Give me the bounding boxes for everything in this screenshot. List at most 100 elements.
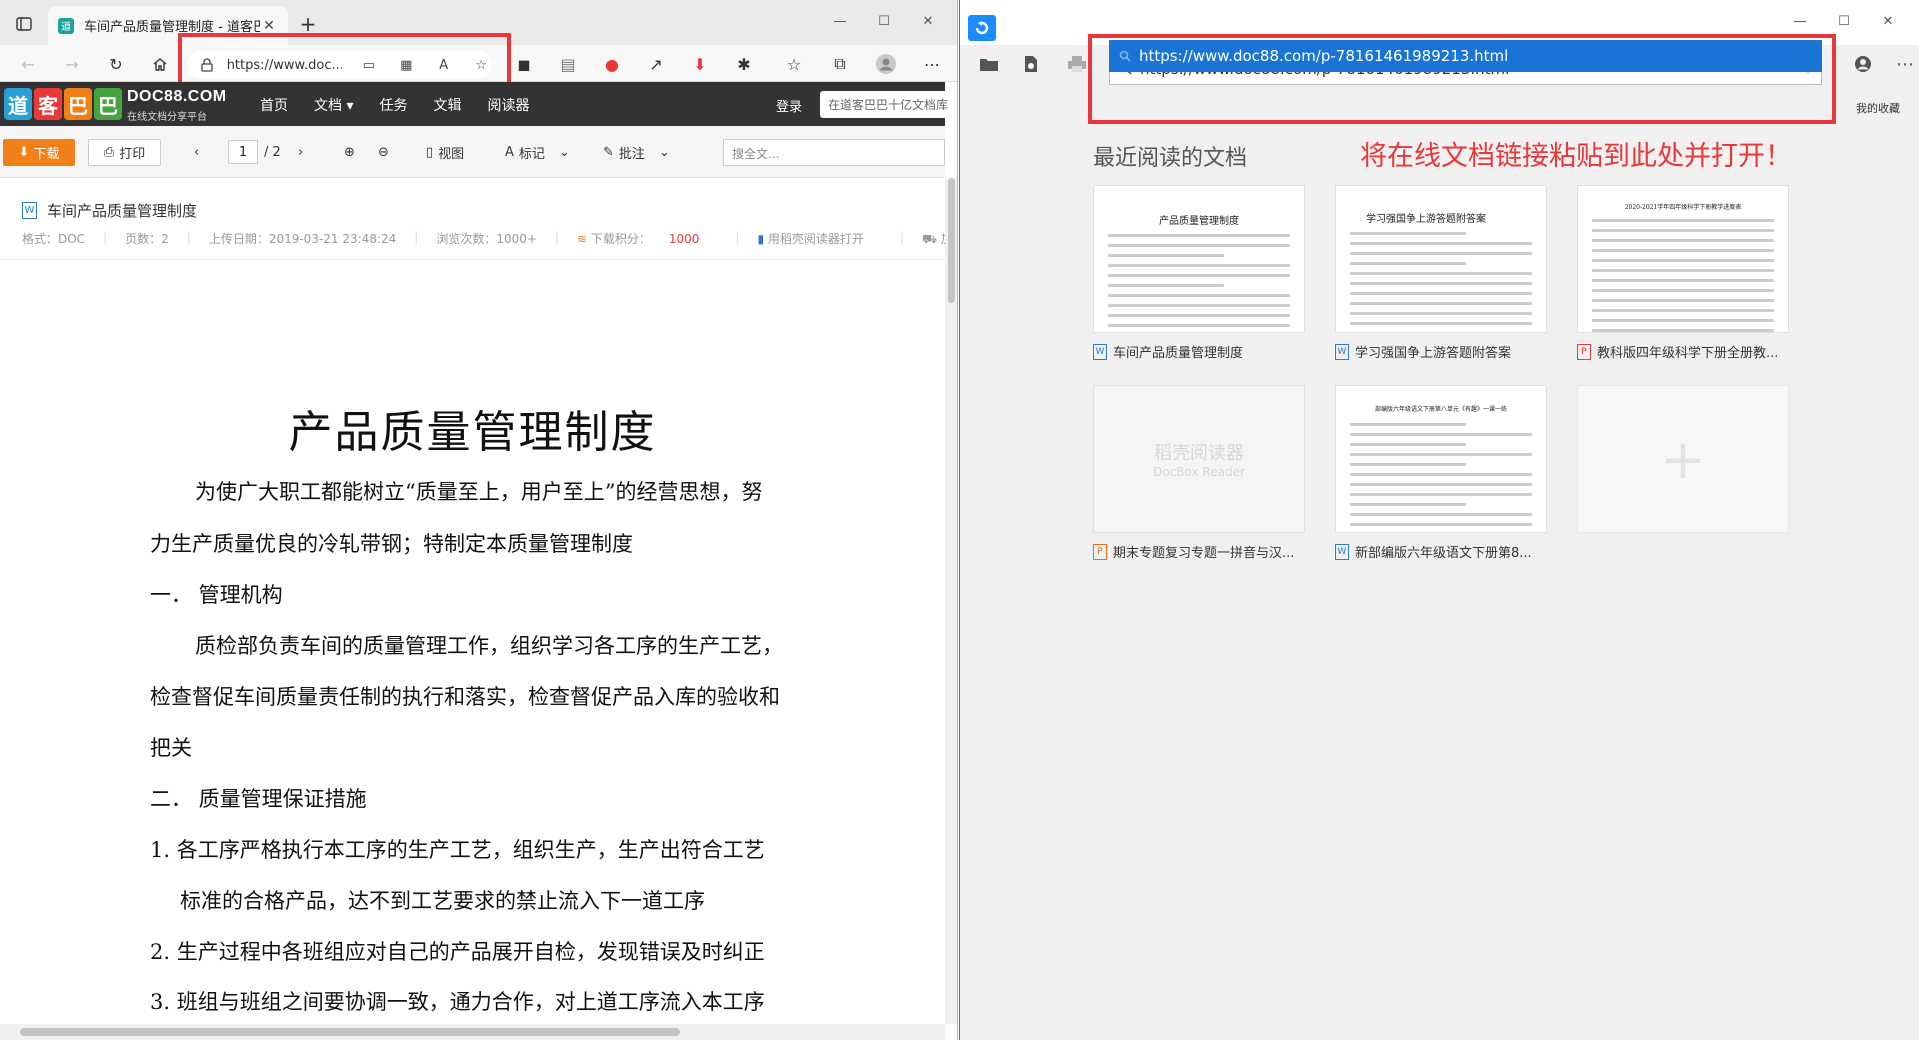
view-button[interactable]: ▯ 视图 xyxy=(426,140,464,164)
nav-home[interactable]: 首页 xyxy=(260,95,288,115)
print-label: 打印 xyxy=(119,147,146,162)
doc-line: 二． 质量管理保证措施 xyxy=(150,787,367,811)
recent-doc-name: 期末专题复习专题一拼音与汉... xyxy=(1113,546,1295,561)
home-icon[interactable] xyxy=(146,50,174,78)
doc-title: W 车间产品质量管理制度 xyxy=(22,200,197,221)
maximize-icon[interactable]: ☐ xyxy=(1822,8,1866,34)
favorites-icon[interactable]: ☆ xyxy=(780,50,808,78)
recent-doc-card[interactable]: 2020-2021学年四年级科学下册教学进度表 xyxy=(1577,185,1789,333)
forward-icon[interactable]: → xyxy=(58,50,86,78)
doc-thumbnail-title: 部编版六年级语文下册第八单元《有趣》一课一练 xyxy=(1374,406,1507,413)
refresh-icon[interactable]: ↻ xyxy=(102,50,130,78)
favorites-link[interactable]: 我的收藏 xyxy=(1856,100,1900,116)
docbox-reader-window: — ☐ ✕ https://www.doc88.com/p-7816146198… xyxy=(959,0,1919,1040)
next-page-icon[interactable]: › xyxy=(298,140,303,164)
horizontal-scrollbar[interactable] xyxy=(0,1024,945,1040)
prev-page-icon[interactable]: ‹ xyxy=(194,140,199,164)
recent-doc-card[interactable]: 稻壳阅读器 DocBox Reader xyxy=(1093,385,1305,533)
points-value: 1000 xyxy=(668,232,700,246)
print-icon[interactable] xyxy=(1064,53,1090,75)
app-logo-icon xyxy=(968,15,996,41)
recent-doc-card[interactable]: 产品质量管理制度 xyxy=(1093,185,1305,333)
print-button[interactable]: ⎙ 打印 xyxy=(88,139,161,166)
site-search-input[interactable]: 在道客巴巴十亿文档库 xyxy=(820,91,950,118)
open-reader-link[interactable]: ▮ 用稻壳阅读器打开 xyxy=(757,230,881,248)
annotate-label: 批注 xyxy=(618,146,645,162)
doc-line: 1. 各工序严格执行本工序的生产工艺，组织生产，生产出符合工艺 xyxy=(150,838,765,862)
recent-doc-label[interactable]: P 教科版四年级科学下册全册教... xyxy=(1577,342,1789,361)
mark-button[interactable]: A 标记 ⌄ xyxy=(505,140,570,164)
chevron-down-icon: ⌄ xyxy=(558,144,570,160)
recent-doc-name: 学习强国争上游答题附答案 xyxy=(1355,346,1512,361)
vertical-scrollbar[interactable] xyxy=(945,178,957,1024)
paste-link-hint: 将在线文档链接粘贴到此处并打开！ xyxy=(1360,141,1792,172)
doc-search-input[interactable]: 搜全文... xyxy=(723,139,945,166)
chevron-down-icon: ⌄ xyxy=(658,144,670,160)
browser-window: 道 车间产品质量管理制度 - 道客巴巴 ✕ + — ☐ ✕ ← → ↻ http… xyxy=(0,0,958,1040)
recent-doc-card[interactable]: 学习强国争上游答题附答案 xyxy=(1335,185,1547,333)
highlight-box-address xyxy=(178,33,511,86)
doc-toolbar: ⬇ 下载 ⎙ 打印 ‹ 1 / 2 › ⊕ ⊖ ▯ 视图 A 标记 ⌄ ✎ 批注 ⌄ 搜全文.… xyxy=(0,126,945,178)
nav-docs[interactable]: 文档 ▾ xyxy=(314,95,353,115)
open-folder-icon[interactable] xyxy=(976,53,1002,75)
zoom-out-icon[interactable]: ⊖ xyxy=(378,140,389,164)
minimize-icon[interactable]: — xyxy=(818,8,862,34)
login-link[interactable]: 登录 xyxy=(776,96,802,115)
back-icon[interactable]: ← xyxy=(14,50,42,78)
reader-icon: ▮ xyxy=(757,232,765,246)
profile-avatar[interactable] xyxy=(872,50,900,78)
extension-2-icon[interactable]: ● xyxy=(598,50,626,78)
close-window-icon[interactable]: ✕ xyxy=(1866,8,1910,34)
recent-doc-label[interactable]: W 学习强国争上游答题附答案 xyxy=(1335,342,1547,361)
recent-doc-name: 教科版四年级科学下册全册教... xyxy=(1597,346,1779,361)
extension-3-icon[interactable]: ↗ xyxy=(642,50,670,78)
recent-doc-card[interactable]: 部编版六年级语文下册第八单元《有趣》一课一练 xyxy=(1335,385,1547,533)
user-icon[interactable] xyxy=(1850,53,1876,75)
logo-char: 道 xyxy=(4,88,32,120)
more-menu-icon[interactable]: ⋯ xyxy=(1892,53,1918,75)
open-reader-label: 用稻壳阅读器打开 xyxy=(767,232,864,246)
maximize-icon[interactable]: ☐ xyxy=(862,8,906,34)
close-tab-icon[interactable]: ✕ xyxy=(260,17,278,35)
doc-line: 力生产质量优良的冷轧带钢；特制定本质量管理制度 xyxy=(150,532,633,556)
view-label: 视图 xyxy=(438,146,465,162)
scroll-thumb[interactable] xyxy=(948,178,955,303)
recent-doc-label[interactable]: W 新部编版六年级语文下册第8... xyxy=(1335,542,1547,561)
tab-actions-icon[interactable] xyxy=(10,12,38,36)
site-logo[interactable]: 道 客 巴 巴 xyxy=(4,88,124,120)
nav-reader[interactable]: 阅读器 xyxy=(487,95,529,115)
plus-icon: + xyxy=(1660,427,1706,491)
add-document-button[interactable]: + xyxy=(1577,385,1789,533)
collections-icon[interactable]: ⧉ xyxy=(826,50,854,78)
download-icon: ⬇ xyxy=(18,145,30,160)
nav-collections[interactable]: 文辑 xyxy=(433,95,461,115)
doc-line: 为使广大职工都能树立“质量至上，用户至上”的经营思想，努 xyxy=(195,480,763,504)
page-number-input[interactable]: 1 xyxy=(228,140,258,164)
download-button[interactable]: ⬇ 下载 xyxy=(3,139,75,166)
recent-doc-label[interactable]: W 车间产品质量管理制度 xyxy=(1093,342,1305,361)
doc-line: 检查督促车间质量责任制的执行和落实，检查督促产品入库的验收和 xyxy=(150,685,780,709)
extension-1-icon[interactable]: ◼ xyxy=(510,50,538,78)
window-controls: — ☐ ✕ xyxy=(818,8,950,34)
scroll-thumb[interactable] xyxy=(20,1028,680,1036)
doc-info: W 车间产品质量管理制度 格式：DOC | 页数：2 | 上传日期：2019-03-… xyxy=(0,178,957,260)
nav-tasks[interactable]: 任务 xyxy=(379,95,407,115)
recent-doc-label[interactable]: P 期末专题复习专题一拼音与汉... xyxy=(1093,542,1305,561)
annotate-button[interactable]: ✎ 批注 ⌄ xyxy=(603,140,670,164)
doc-pages: 页数：2 xyxy=(125,232,169,246)
doc-line: 3. 班组与班组之间要协调一致，通力合作，对上道工序流入本工序 xyxy=(150,990,765,1014)
cloud-doc-icon[interactable] xyxy=(1018,53,1044,75)
docbox-logo-text: 稻壳阅读器 xyxy=(1154,443,1244,464)
page-total: / 2 xyxy=(264,144,281,160)
ppt-file-icon: P xyxy=(1093,543,1107,560)
doc-views: 浏览次数：1000+ xyxy=(436,232,537,246)
download-ext-icon[interactable]: ⬇ xyxy=(686,50,714,78)
reader-view-icon[interactable]: ▤ xyxy=(554,50,582,78)
doc-points: ≋ 下载积分： 1000 xyxy=(577,230,717,248)
zoom-in-icon[interactable]: ⊕ xyxy=(344,140,355,164)
extensions-icon[interactable]: ✱ xyxy=(730,50,758,78)
close-window-icon[interactable]: ✕ xyxy=(906,8,950,34)
more-menu-icon[interactable]: ⋯ xyxy=(918,50,946,78)
recent-docs-title: 最近阅读的文档 xyxy=(1093,146,1248,171)
minimize-icon[interactable]: — xyxy=(1778,8,1822,34)
